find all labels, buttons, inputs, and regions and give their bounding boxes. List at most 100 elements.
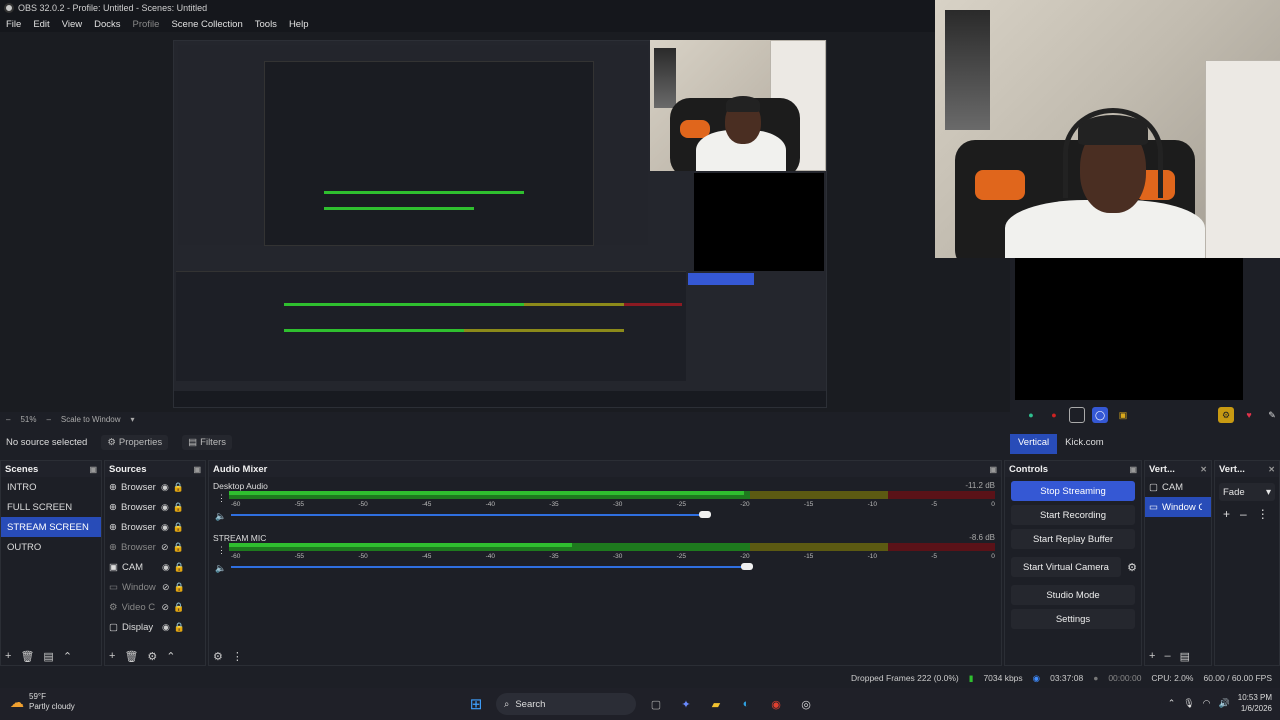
start-virtual-camera-button[interactable]: Start Virtual Camera — [1011, 557, 1121, 577]
lock-icon[interactable]: 🔒 — [173, 482, 184, 493]
add-scene-icon[interactable]: + — [5, 650, 11, 663]
record-dot-icon[interactable]: ● — [1046, 407, 1062, 423]
volume-icon[interactable]: 🔊 — [1219, 698, 1230, 709]
eye-hidden-icon[interactable]: ⊘ — [162, 582, 170, 593]
source-item[interactable]: ▭ Window ⊘ 🔒 — [105, 577, 205, 597]
move-up-icon[interactable]: ⌃ — [166, 650, 175, 663]
chevron-down-icon[interactable]: ▾ — [131, 415, 135, 424]
dock-menu-icon[interactable]: ▣ — [89, 465, 97, 474]
zoom-minus-icon[interactable]: – — [6, 415, 10, 424]
eye-icon[interactable]: ◉ — [161, 502, 169, 513]
settings-gear-icon[interactable]: ⚙ — [1218, 407, 1234, 423]
dock-menu-icon[interactable]: ▣ — [989, 465, 997, 474]
speaker-icon[interactable]: 🔈 — [215, 563, 226, 574]
menu-file[interactable]: File — [0, 19, 27, 30]
menu-tools[interactable]: Tools — [249, 19, 283, 30]
filters-button[interactable]: ▤ Filters — [182, 434, 233, 450]
lock-icon[interactable]: 🔒 — [173, 542, 184, 553]
remove-icon[interactable]: – — [1164, 650, 1170, 663]
close-icon[interactable]: ✕ — [1268, 465, 1275, 474]
filter-scene-icon[interactable]: ▤ — [43, 650, 53, 663]
filter-icon[interactable]: ▤ — [1180, 650, 1190, 663]
vert-scene-item[interactable]: ▢ CAM — [1145, 477, 1211, 497]
edge-icon[interactable]: ◐ — [736, 694, 756, 714]
start-replay-button[interactable]: Start Replay Buffer — [1011, 529, 1135, 549]
eye-hidden-icon[interactable]: ⊘ — [162, 602, 170, 613]
volume-slider[interactable] — [231, 511, 711, 518]
source-item[interactable]: ⊕ Browser ◉ 🔒 — [105, 477, 205, 497]
scene-item-stream-screen[interactable]: STREAM SCREEN — [1, 517, 101, 537]
mixer-menu-icon[interactable]: ⋮ — [232, 650, 243, 663]
start-recording-button[interactable]: Start Recording — [1011, 505, 1135, 525]
heart-icon[interactable]: ♥ — [1241, 407, 1257, 423]
scene-item-intro[interactable]: INTRO — [1, 477, 101, 497]
source-item[interactable]: ⊕ Browser ◉ 🔒 — [105, 497, 205, 517]
taskbar-search[interactable]: ⌕ Search — [496, 693, 636, 715]
add-source-icon[interactable]: + — [109, 650, 115, 663]
settings-button[interactable]: Settings — [1011, 609, 1135, 629]
eye-icon[interactable]: ◉ — [161, 482, 169, 493]
start-icon[interactable]: ⊞ — [466, 694, 486, 714]
slider-handle[interactable] — [699, 511, 711, 518]
source-item[interactable]: ▢ Display ◉ 🔒 — [105, 617, 205, 637]
camera-small-icon[interactable]: ▣ — [1115, 407, 1131, 423]
slider-handle[interactable] — [741, 563, 753, 570]
eye-icon[interactable]: ◉ — [162, 562, 170, 573]
menu-view[interactable]: View — [56, 19, 88, 30]
menu-dots-icon[interactable]: ⋮ — [1257, 507, 1269, 521]
scene-item-outro[interactable]: OUTRO — [1, 537, 101, 557]
source-item[interactable]: ⚙ Video C ⊘ 🔒 — [105, 597, 205, 617]
track-menu-icon[interactable]: ⋮ — [217, 545, 226, 556]
source-item[interactable]: ⊕ Browser ◉ 🔒 — [105, 517, 205, 537]
lock-icon[interactable]: 🔒 — [174, 562, 185, 573]
output-icon[interactable]: ● — [1023, 407, 1039, 423]
circle-icon[interactable]: ◯ — [1092, 407, 1108, 423]
clock[interactable]: 10:53 PM 1/6/2026 — [1238, 692, 1272, 714]
wifi-icon[interactable]: ◠ — [1203, 698, 1211, 709]
weather-widget[interactable]: ☁ 59°F Partly cloudy — [10, 692, 75, 712]
close-icon[interactable]: ✕ — [1200, 465, 1207, 474]
mic-icon[interactable]: 🎙 — [1183, 698, 1194, 709]
dock-menu-icon[interactable]: ▣ — [1129, 465, 1137, 474]
menu-scene-collection[interactable]: Scene Collection — [165, 19, 248, 30]
lock-icon[interactable]: 🔒 — [173, 602, 184, 613]
task-view-icon[interactable]: ▢ — [646, 694, 666, 714]
menu-help[interactable]: Help — [283, 19, 315, 30]
virtual-camera-gear-icon[interactable]: ⚙ — [1123, 558, 1141, 576]
scene-item-full-screen[interactable]: FULL SCREEN — [1, 497, 101, 517]
chrome-icon[interactable]: ◉ — [766, 694, 786, 714]
eye-icon[interactable]: ◉ — [162, 622, 170, 633]
stop-streaming-button[interactable]: Stop Streaming — [1011, 481, 1135, 501]
move-up-icon[interactable]: ⌃ — [63, 650, 72, 663]
menu-docks[interactable]: Docks — [88, 19, 126, 30]
remove-icon[interactable]: – — [1240, 507, 1247, 521]
vertical-preview[interactable] — [1015, 258, 1243, 400]
speaker-icon[interactable]: 🔈 — [215, 511, 226, 522]
tab-vertical[interactable]: Vertical — [1010, 434, 1058, 454]
studio-mode-button[interactable]: Studio Mode — [1011, 585, 1135, 605]
lock-icon[interactable]: 🔒 — [173, 522, 184, 533]
zoom-minus2-icon[interactable]: – — [46, 415, 50, 424]
properties-button[interactable]: ⚙ Properties — [101, 434, 169, 450]
chat-icon[interactable]: ✎ — [1264, 407, 1280, 423]
obs-taskbar-icon[interactable]: ◎ — [796, 694, 816, 714]
dock-menu-icon[interactable]: ▣ — [193, 465, 201, 474]
file-explorer-icon[interactable]: ▰ — [706, 694, 726, 714]
track-menu-icon[interactable]: ⋮ — [217, 493, 226, 504]
lock-icon[interactable]: 🔒 — [174, 622, 185, 633]
delete-scene-icon[interactable]: 🗑 — [20, 650, 34, 663]
tab-kick[interactable]: Kick.com — [1057, 434, 1112, 454]
source-item[interactable]: ▣ CAM ◉ 🔒 — [105, 557, 205, 577]
eye-icon[interactable]: ◉ — [161, 522, 169, 533]
lock-icon[interactable]: 🔒 — [174, 582, 185, 593]
add-icon[interactable]: + — [1223, 507, 1230, 521]
menu-profile[interactable]: Profile — [127, 19, 166, 30]
chevron-up-icon[interactable]: ⌃ — [1168, 698, 1176, 709]
add-icon[interactable]: + — [1149, 650, 1155, 663]
mixer-settings-icon[interactable]: ⚙ — [213, 650, 223, 663]
source-settings-icon[interactable]: ⚙ — [147, 650, 157, 663]
delete-source-icon[interactable]: 🗑 — [124, 650, 138, 663]
copilot-icon[interactable]: ✦ — [676, 694, 696, 714]
volume-slider[interactable] — [231, 563, 753, 570]
eye-hidden-icon[interactable]: ⊘ — [161, 542, 169, 553]
